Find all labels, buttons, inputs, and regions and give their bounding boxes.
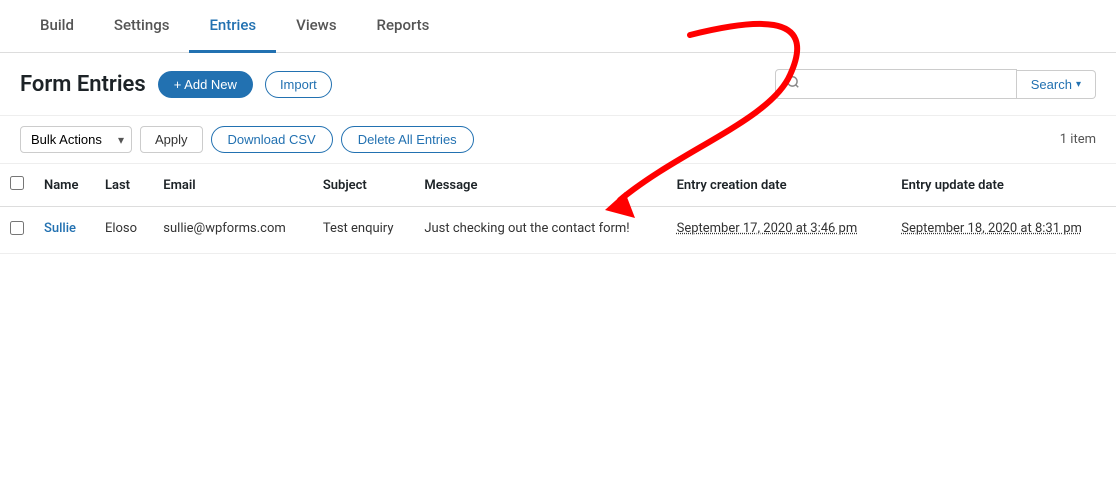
row-email-cell: sullie@wpforms.com [153, 207, 313, 254]
select-all-checkbox[interactable] [10, 176, 24, 190]
col-message: Message [414, 164, 666, 207]
search-icon [786, 75, 800, 93]
row-update-date[interactable]: September 18, 2020 at 8:31 pm [901, 221, 1082, 236]
tab-views[interactable]: Views [276, 0, 356, 53]
col-email: Email [153, 164, 313, 207]
tab-build[interactable]: Build [20, 0, 94, 53]
import-button[interactable]: Import [265, 71, 332, 98]
col-checkbox [0, 164, 34, 207]
row-subject-cell: Test enquiry [313, 207, 415, 254]
apply-button[interactable]: Apply [140, 126, 203, 153]
add-new-button[interactable]: + Add New [158, 71, 253, 98]
col-subject: Subject [313, 164, 415, 207]
col-creation-date: Entry creation date [667, 164, 892, 207]
search-input-wrap [775, 69, 1017, 99]
tab-entries[interactable]: Entries [189, 0, 276, 53]
row-checkbox[interactable] [10, 221, 24, 235]
col-name: Name [34, 164, 95, 207]
row-update-date-cell: September 18, 2020 at 8:31 pm [891, 207, 1116, 254]
search-area: Search ▾ [775, 69, 1096, 99]
bulk-actions-select[interactable]: Bulk Actions [20, 126, 132, 153]
entries-table: Name Last Email Subject Message Entry cr… [0, 164, 1116, 254]
download-csv-button[interactable]: Download CSV [211, 126, 333, 153]
col-update-date: Entry update date [891, 164, 1116, 207]
bulk-actions-wrapper: Bulk Actions [20, 126, 132, 153]
table-header-row: Name Last Email Subject Message Entry cr… [0, 164, 1116, 207]
row-name-link[interactable]: Sullie [44, 221, 76, 236]
row-creation-date[interactable]: September 17, 2020 at 3:46 pm [677, 221, 858, 236]
row-last-cell: Eloso [95, 207, 153, 254]
toolbar-row: Bulk Actions Apply Download CSV Delete A… [0, 116, 1116, 164]
row-checkbox-cell [0, 207, 34, 254]
tab-settings[interactable]: Settings [94, 0, 190, 53]
top-nav: Build Settings Entries Views Reports [0, 0, 1116, 53]
tab-reports[interactable]: Reports [357, 0, 450, 53]
page-title: Form Entries [20, 72, 146, 97]
col-last: Last [95, 164, 153, 207]
table-row: Sullie Eloso sullie@wpforms.com Test enq… [0, 207, 1116, 254]
row-message-cell: Just checking out the contact form! [414, 207, 666, 254]
search-button[interactable]: Search ▾ [1017, 70, 1096, 99]
item-count: 1 item [1060, 132, 1096, 147]
row-creation-date-cell: September 17, 2020 at 3:46 pm [667, 207, 892, 254]
delete-all-button[interactable]: Delete All Entries [341, 126, 474, 153]
search-input[interactable] [806, 77, 1006, 92]
page-header: Form Entries + Add New Import Search ▾ [0, 53, 1116, 116]
chevron-down-icon: ▾ [1076, 79, 1081, 90]
row-name-cell: Sullie [34, 207, 95, 254]
